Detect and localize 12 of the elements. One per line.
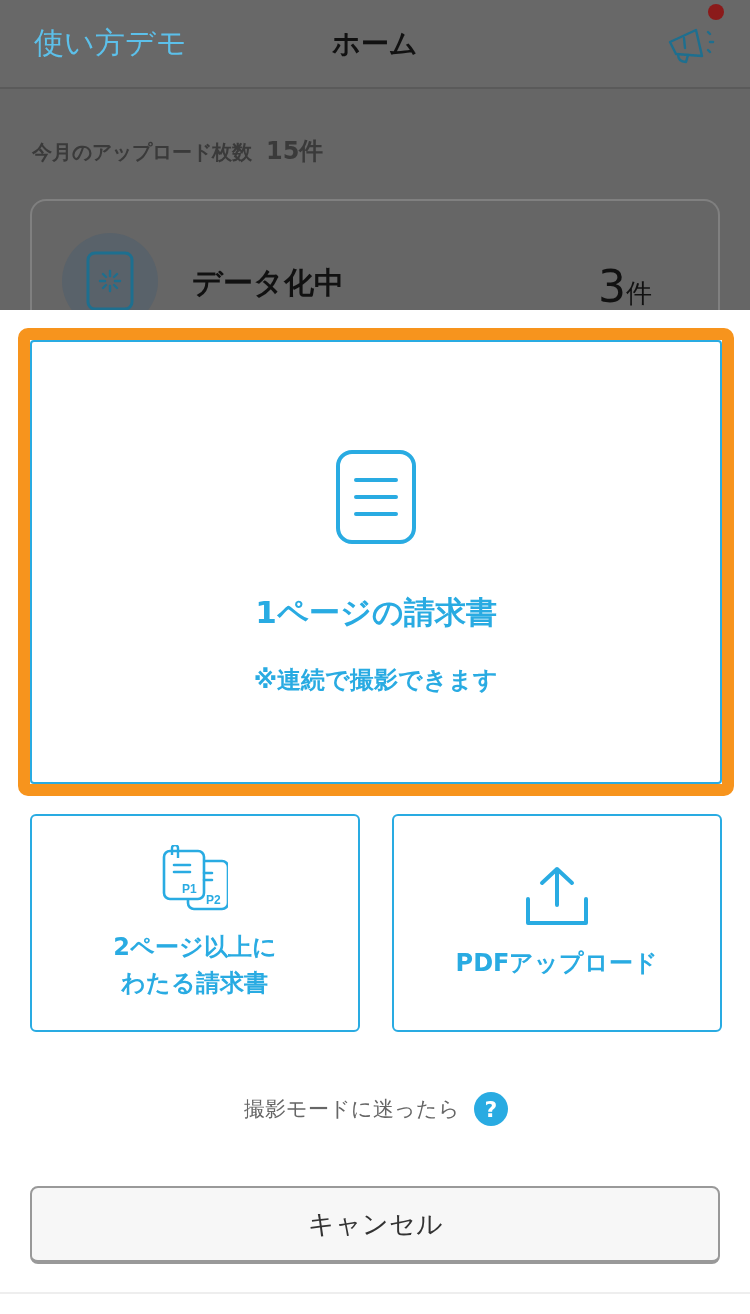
status-count: 3件	[598, 261, 652, 310]
cancel-button[interactable]: キャンセル	[30, 1186, 720, 1264]
document-icon	[336, 450, 416, 544]
multi-page-option[interactable]: P1 P2 2ページ以上に わたる請求書	[30, 814, 360, 1032]
single-page-option[interactable]: 1ページの請求書 ※連続で撮影できます	[30, 340, 722, 784]
help-button[interactable]: ?	[474, 1092, 508, 1126]
pdf-upload-option[interactable]: PDFアップロード	[392, 814, 722, 1032]
screen-title: ホーム	[332, 25, 418, 62]
help-text: 撮影モードに迷ったら	[244, 1096, 460, 1123]
upload-icon	[524, 865, 590, 927]
demo-link[interactable]: 使い方デモ	[34, 23, 187, 64]
status-label: データ化中	[192, 264, 344, 302]
